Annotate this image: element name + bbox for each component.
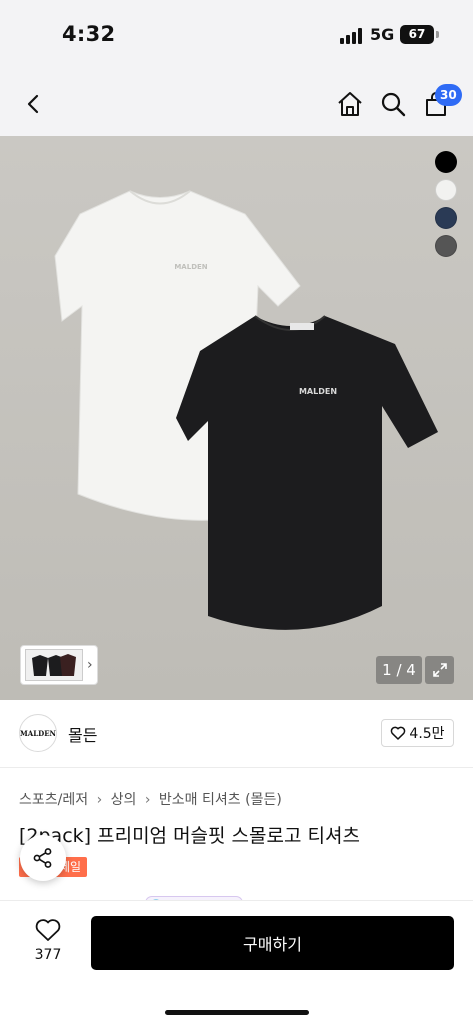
color-swatch-navy[interactable] [435, 207, 457, 229]
signal-icon [340, 28, 364, 44]
status-bar: 4:32 5G 67 [0, 0, 473, 72]
product-detail-page: 4:32 5G 67 30 MALDEN MALDEN › 1 / 4 MALD… [0, 0, 473, 1024]
shirt-logo-black: MALDEN [299, 387, 337, 396]
brand-name[interactable]: 몰든 [68, 722, 97, 746]
expand-icon [432, 663, 447, 677]
brand-logo[interactable]: MALDEN [19, 714, 57, 752]
battery-tip [436, 31, 439, 38]
chevron-right-icon: › [96, 792, 103, 808]
status-time: 4:32 [62, 22, 116, 46]
shirt-logo-white: MALDEN [174, 263, 207, 271]
color-swatch-black[interactable] [435, 151, 457, 173]
thumbnail-photo [26, 650, 82, 680]
nav-bar [0, 72, 473, 136]
back-icon [27, 94, 39, 114]
battery-icon: 67 [400, 25, 434, 44]
color-swatch-gray[interactable] [435, 235, 457, 257]
product-title: [2pack] 프리미엄 머슬핏 스몰로고 티셔츠 [19, 825, 360, 847]
home-icon [338, 92, 362, 116]
share-icon [33, 848, 52, 868]
back-button[interactable] [14, 84, 54, 124]
search-button[interactable] [373, 84, 413, 124]
breadcrumb-item[interactable]: 스포츠/레저 [19, 792, 88, 808]
expand-button[interactable] [425, 656, 454, 684]
wish-count: 377 [34, 947, 62, 963]
buy-button[interactable]: 구매하기 [91, 916, 454, 970]
cart-count-badge: 30 [435, 84, 462, 106]
breadcrumb: 스포츠/레저 › 상의 › 반소매 티셔츠 (몰든) [19, 789, 282, 809]
brand-like-count: 4.5만 [409, 726, 445, 742]
breadcrumb-item[interactable]: 상의 [111, 792, 137, 808]
share-button[interactable] [20, 835, 66, 881]
thumbnail-strip[interactable]: › [20, 645, 98, 685]
heart-icon [391, 726, 406, 740]
home-indicator [165, 1010, 309, 1015]
thumbnail-image[interactable] [25, 649, 83, 681]
wish-button[interactable]: 377 [18, 917, 78, 963]
brand-like-button[interactable]: 4.5만 [381, 719, 454, 747]
heart-icon [35, 919, 61, 941]
product-image-carousel[interactable]: MALDEN MALDEN [0, 136, 473, 700]
chevron-right-icon: › [87, 657, 93, 673]
brand-row: MALDEN 몰든 4.5만 [0, 700, 473, 768]
image-counter: 1 / 4 [376, 656, 422, 684]
product-photo: MALDEN MALDEN [0, 136, 473, 700]
bottom-action-bar: 377 구매하기 [0, 900, 473, 1024]
color-swatch-white[interactable] [435, 179, 457, 201]
breadcrumb-item[interactable]: 반소매 티셔츠 (몰든) [159, 792, 282, 808]
network-label: 5G [370, 25, 395, 44]
home-button[interactable] [330, 84, 370, 124]
chevron-right-icon: › [144, 792, 151, 808]
search-icon [381, 92, 406, 117]
